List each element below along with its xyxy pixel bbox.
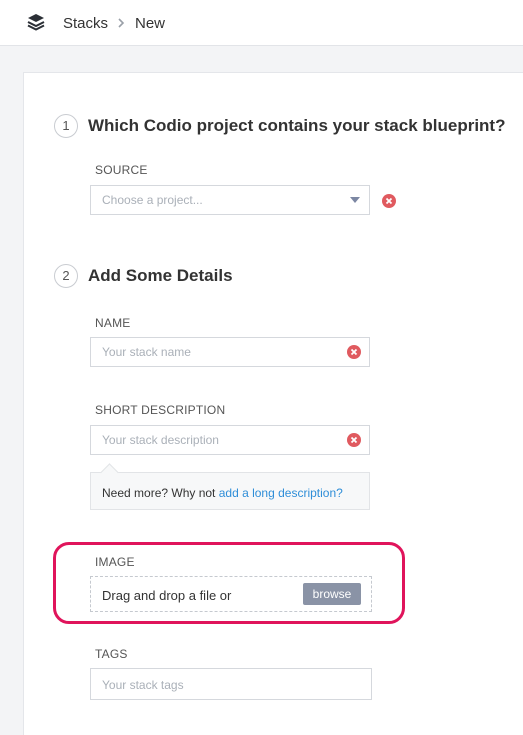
name-placeholder: Your stack name	[102, 345, 191, 359]
breadcrumb-stacks[interactable]: Stacks	[63, 15, 108, 32]
chevron-right-icon	[116, 13, 126, 31]
step-1-title: Which Codio project contains your stack …	[88, 116, 506, 135]
short-description-placeholder: Your stack description	[102, 433, 219, 447]
name-input[interactable]: Your stack name	[90, 337, 370, 367]
top-bar: Stacks New	[0, 0, 523, 46]
long-description-hint: Need more? Why not add a long descriptio…	[90, 463, 370, 510]
source-select[interactable]: Choose a project...	[90, 185, 370, 215]
tags-input[interactable]: Your stack tags	[90, 668, 372, 700]
name-label: NAME	[95, 316, 131, 330]
source-clear-icon[interactable]	[382, 194, 396, 208]
step-1-number: 1	[54, 114, 78, 138]
stack-layers-icon[interactable]	[27, 13, 45, 31]
tags-placeholder: Your stack tags	[102, 678, 184, 692]
short-description-clear-icon[interactable]	[347, 433, 361, 447]
short-description-label: SHORT DESCRIPTION	[95, 403, 226, 417]
add-long-description-link[interactable]: add a long description?	[219, 486, 343, 500]
image-highlight-annotation	[53, 542, 405, 624]
name-clear-icon[interactable]	[347, 345, 361, 359]
step-2-number: 2	[54, 264, 78, 288]
hint-text: Need more? Why not	[102, 486, 219, 500]
breadcrumb-current: New	[135, 15, 166, 32]
step-2-title: Add Some Details	[88, 266, 233, 285]
tags-label: TAGS	[95, 647, 128, 661]
chevron-down-icon[interactable]	[350, 197, 360, 203]
source-label: SOURCE	[95, 163, 148, 177]
source-placeholder: Choose a project...	[102, 193, 203, 207]
short-description-input[interactable]: Your stack description	[90, 425, 370, 455]
